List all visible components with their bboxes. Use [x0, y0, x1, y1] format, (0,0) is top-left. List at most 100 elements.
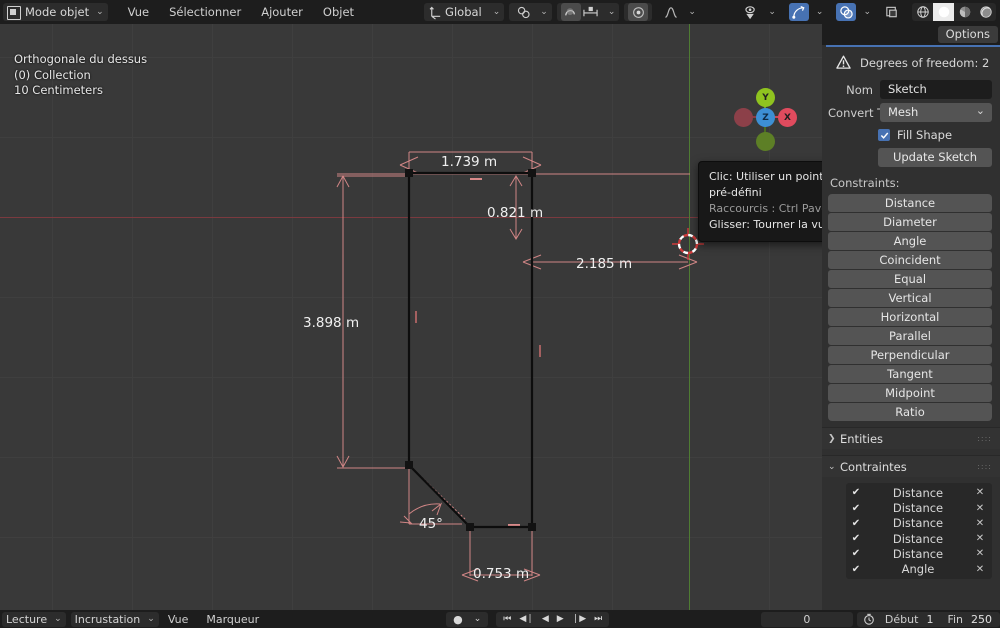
menu-ajouter[interactable]: Ajouter	[251, 0, 313, 24]
snap-magnet-icon[interactable]	[513, 3, 533, 21]
name-input[interactable]: Sketch	[880, 80, 992, 99]
section-header-entities[interactable]: ❯ Entities ::::	[822, 427, 1000, 450]
close-icon[interactable]: ✕	[974, 487, 986, 498]
jump-start-icon[interactable]: ⏮	[499, 612, 515, 627]
fill-shape-row[interactable]: Fill Shape	[878, 128, 992, 142]
constraint-button-coincident[interactable]: Coincident	[828, 250, 992, 270]
gizmo-icon[interactable]	[788, 3, 809, 21]
gizmo-group[interactable]: ⌄	[785, 3, 828, 21]
timeline-menu-vue[interactable]: Vue	[159, 613, 198, 626]
falloff-group[interactable]: ⌄	[657, 3, 700, 21]
constraint-button-equal[interactable]: Equal	[828, 269, 992, 289]
gizmo-axis-z[interactable]: Z	[756, 108, 775, 127]
tooltip-line-3: Glisser: Tourner la vue	[709, 218, 822, 231]
gizmo-axis-minus-y[interactable]	[756, 132, 775, 151]
next-keyframe-icon[interactable]: ❘▶	[568, 612, 590, 627]
constraint-button-midpoint[interactable]: Midpoint	[828, 383, 992, 403]
section-header-contraintes[interactable]: ⌄ Contraintes ::::	[822, 455, 1000, 478]
gizmo-axis-minus-x[interactable]	[734, 108, 753, 127]
convert-type-dropdown[interactable]: Mesh	[880, 101, 992, 122]
mirror-group[interactable]	[624, 3, 653, 21]
overlay-dropdown[interactable]: Incrustation ⌄	[70, 611, 159, 627]
list-item[interactable]: ✔ Distance ✕	[846, 516, 992, 531]
proportional-editing-icon[interactable]	[560, 3, 581, 21]
start-frame-value[interactable]: 1	[924, 612, 941, 627]
end-frame-value[interactable]: 250	[969, 612, 1000, 627]
3d-viewport[interactable]: Orthogonale du dessus (0) Collection 10 …	[0, 24, 822, 610]
close-icon[interactable]: ✕	[974, 518, 986, 529]
current-frame-input[interactable]: 0	[760, 611, 853, 627]
constraint-enabled-check[interactable]: ✔	[850, 564, 862, 575]
menu-selectionner[interactable]: Sélectionner	[159, 0, 251, 24]
navigation-gizmo[interactable]: Y X Z	[722, 74, 808, 160]
constraint-enabled-check[interactable]: ✔	[850, 548, 862, 559]
shading-mode-group[interactable]	[912, 3, 996, 21]
fill-shape-checkbox[interactable]	[878, 129, 890, 141]
snap-increment-icon[interactable]	[581, 3, 601, 21]
overlays-icon[interactable]	[836, 3, 857, 21]
editor-type-selector[interactable]: Lecture ⌄	[2, 611, 66, 627]
constraint-enabled-check[interactable]: ✔	[850, 503, 862, 514]
chevron-down-icon[interactable]: ⌄	[768, 7, 776, 17]
menu-objet[interactable]: Objet	[313, 0, 364, 24]
list-item[interactable]: ✔ Distance ✕	[846, 531, 992, 546]
list-item[interactable]: ✔ Distance ✕	[846, 546, 992, 561]
constraint-button-ratio[interactable]: Ratio	[828, 402, 992, 422]
list-item[interactable]: ✔ Distance ✕	[846, 500, 992, 515]
constraint-button-horizontal[interactable]: Horizontal	[828, 307, 992, 327]
mirror-icon[interactable]	[628, 3, 649, 21]
dim-right-offset-width: 2.185 m	[576, 256, 632, 272]
solid-icon[interactable]	[933, 3, 954, 21]
list-item[interactable]: ✔ Angle ✕	[846, 562, 992, 577]
update-sketch-button[interactable]: Update Sketch	[878, 148, 992, 167]
list-item[interactable]: ✔ Distance ✕	[846, 485, 992, 500]
chevron-down-icon[interactable]: ⌄	[470, 612, 486, 627]
close-icon[interactable]: ✕	[974, 533, 986, 544]
tab-options[interactable]: Options	[937, 26, 998, 43]
constraint-button-tangent[interactable]: Tangent	[828, 364, 992, 384]
chevron-down-icon[interactable]: ⌄	[816, 7, 824, 17]
record-icon[interactable]: ●	[449, 612, 467, 627]
auto-keying-group[interactable]: ● ⌄	[446, 611, 489, 627]
proportional-editing-group[interactable]: ⌄	[556, 3, 620, 21]
constraint-button-parallel[interactable]: Parallel	[828, 326, 992, 346]
chevron-down-icon[interactable]: ⌄	[863, 7, 871, 17]
chevron-down-icon[interactable]: ⌄	[608, 7, 616, 17]
play-icon[interactable]: ▶	[553, 612, 568, 627]
constraint-entry-label: Distance	[892, 546, 944, 561]
constraint-enabled-check[interactable]: ✔	[850, 518, 862, 529]
gizmo-axis-y[interactable]: Y	[756, 88, 775, 107]
timeline-menu-marqueur[interactable]: Marqueur	[197, 613, 268, 626]
close-icon[interactable]: ✕	[974, 548, 986, 559]
timer-icon[interactable]	[857, 613, 879, 625]
jump-end-icon[interactable]: ⏭	[590, 612, 606, 627]
constraint-button-perpendicular[interactable]: Perpendicular	[828, 345, 992, 365]
rendered-icon[interactable]	[975, 3, 996, 21]
constraint-enabled-check[interactable]: ✔	[850, 533, 862, 544]
material-preview-icon[interactable]	[954, 3, 975, 21]
falloff-curve-icon[interactable]	[661, 3, 681, 21]
prev-keyframe-icon[interactable]: ◀❘	[515, 612, 537, 627]
snapping-group[interactable]: ⌄	[509, 3, 552, 21]
visibility-filter-icon[interactable]	[741, 3, 761, 21]
constraint-button-diameter[interactable]: Diameter	[828, 212, 992, 232]
play-reverse-icon[interactable]: ◀	[538, 612, 553, 627]
constraint-button-distance[interactable]: Distance	[828, 194, 992, 213]
wireframe-icon[interactable]	[912, 3, 933, 21]
chevron-down-icon[interactable]: ⌄	[688, 7, 696, 17]
close-icon[interactable]: ✕	[974, 503, 986, 514]
constraint-button-vertical[interactable]: Vertical	[828, 288, 992, 308]
chevron-down-icon[interactable]: ⌄	[540, 7, 548, 17]
transform-orientation-selector[interactable]: Global ⌄	[424, 3, 505, 21]
close-icon[interactable]: ✕	[974, 564, 986, 575]
frame-range-group[interactable]: Début 1 Fin 250	[856, 611, 1000, 627]
menu-vue[interactable]: Vue	[118, 0, 159, 24]
mode-selector[interactable]: Mode objet ⌄	[3, 3, 108, 21]
gizmo-axis-x[interactable]: X	[778, 108, 797, 127]
overlays-group[interactable]: ⌄	[832, 3, 875, 21]
constraint-button-angle[interactable]: Angle	[828, 231, 992, 251]
visibility-filter-group[interactable]: ⌄	[737, 3, 780, 21]
playback-controls[interactable]: ⏮ ◀❘ ◀ ▶ ❘▶ ⏭	[496, 611, 610, 627]
constraint-enabled-check[interactable]: ✔	[850, 487, 862, 498]
xray-toggle-icon[interactable]	[882, 3, 902, 21]
